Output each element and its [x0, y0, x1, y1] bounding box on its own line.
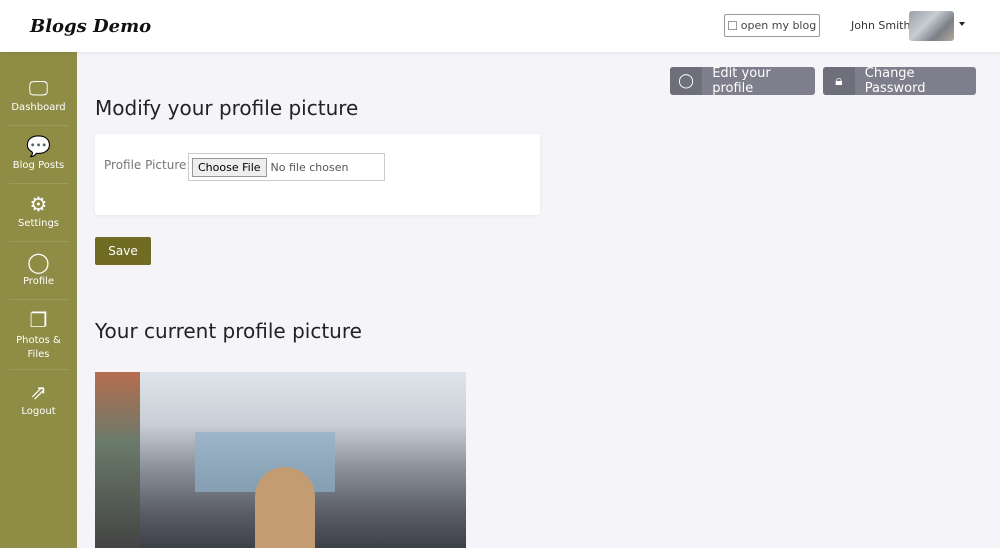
open-blog-label: open my blog: [740, 19, 817, 32]
profile-picture-image: [95, 372, 466, 548]
avatar[interactable]: [909, 11, 954, 41]
chat-icon: 💬: [26, 134, 51, 158]
sidebar-item-profile[interactable]: ◯ Profile: [9, 250, 68, 300]
label: Settings: [17, 218, 59, 229]
label: Blog Posts: [12, 160, 65, 171]
label: Edit your profile: [712, 67, 771, 95]
choose-file-button[interactable]: Choose File: [192, 157, 267, 177]
sidebar-item-blog-posts[interactable]: 💬 Blog Posts: [9, 134, 68, 184]
label: Logout: [21, 406, 56, 417]
user-icon: ◯: [670, 67, 703, 95]
edit-profile-button[interactable]: ◯ Edit your profile: [670, 67, 815, 95]
label: Change Password: [864, 67, 926, 95]
logo[interactable]: Blogs Demo: [30, 16, 151, 37]
user-icon: ◯: [27, 250, 50, 274]
sidebar-item-logout[interactable]: ⇗ Logout: [9, 380, 68, 430]
profile-picture-label: Profile Picture:: [104, 158, 191, 172]
sidebar-item-dashboard[interactable]: 🖵 Dashboard: [9, 76, 68, 126]
label: Profile: [22, 276, 55, 287]
monitor-icon: 🖵: [28, 76, 49, 100]
label: Dashboard: [11, 102, 66, 113]
page-title: Modify your profile picture: [95, 96, 359, 120]
caret-down-icon[interactable]: [959, 22, 965, 26]
upload-card: Profile Picture: Choose File No file chos…: [95, 134, 540, 215]
logout-icon: ⇗: [30, 380, 47, 404]
sidebar: 🖵 Dashboard 💬 Blog Posts ⚙ Settings ◯ Profil…: [0, 52, 77, 548]
lock-icon: 🔒︎: [823, 67, 855, 95]
file-input[interactable]: Choose File No file chosen: [188, 153, 385, 181]
top-bar: Blogs Demo open my blog John Smith: [0, 0, 1000, 52]
gear-icon: ⚙: [29, 192, 48, 216]
label: Photos & Files: [16, 335, 61, 360]
user-name[interactable]: John Smith: [851, 19, 910, 32]
sidebar-item-photos[interactable]: ❐ Photos & Files: [9, 308, 68, 370]
file-status: No file chosen: [270, 160, 349, 174]
sidebar-item-settings[interactable]: ⚙ Settings: [9, 192, 68, 242]
save-button[interactable]: Save: [95, 237, 151, 265]
external-link-icon: [727, 21, 737, 30]
current-picture-title: Your current profile picture: [95, 319, 362, 343]
photos-icon: ❐: [29, 308, 48, 332]
change-password-button[interactable]: 🔒︎ Change Password: [823, 67, 976, 95]
open-blog-button[interactable]: open my blog: [724, 14, 820, 37]
